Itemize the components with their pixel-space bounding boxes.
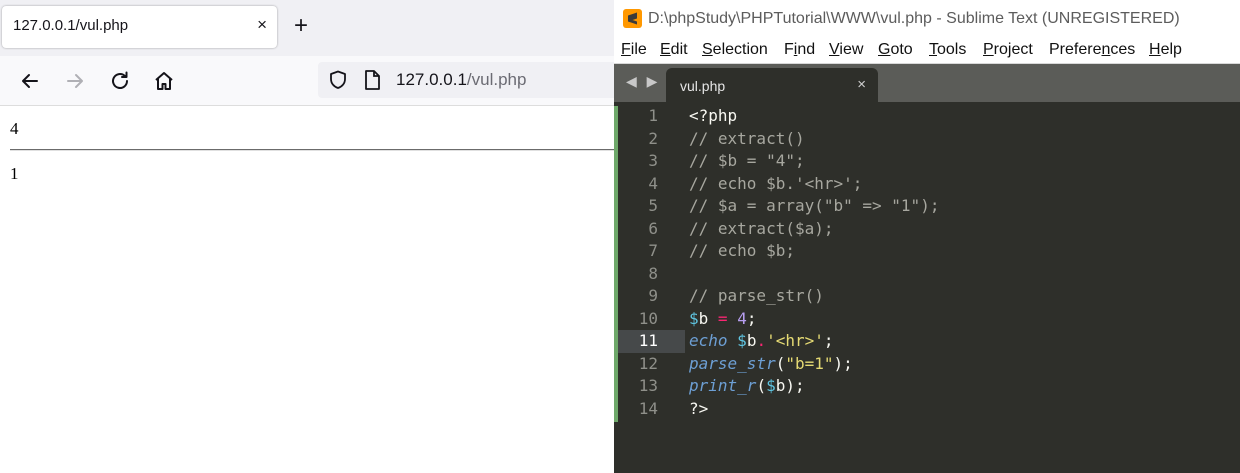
- tab-scroll-arrows-icon[interactable]: ◀ ▶: [626, 73, 660, 90]
- title-bar: D:\phpStudy\PHPTutorial\WWW\vul.php - Su…: [614, 0, 1240, 38]
- horizontal-rule: [10, 149, 614, 151]
- code-line[interactable]: 4 // echo $b.'<hr>';: [614, 173, 1240, 196]
- code-line[interactable]: 2 // extract(): [614, 128, 1240, 151]
- url-path: /vul.php: [466, 70, 527, 89]
- line-number: 4: [648, 173, 658, 193]
- browser-tab-strip: 127.0.0.1/vul.php × +: [0, 0, 614, 56]
- line-number: 11: [618, 330, 685, 353]
- code-text: $b = 4;: [689, 308, 757, 328]
- line-number: 9: [648, 286, 658, 305]
- line-number: 10: [638, 308, 658, 328]
- menu-item[interactable]: Tools: [929, 41, 966, 59]
- shield-icon[interactable]: [327, 69, 349, 96]
- menu-item[interactable]: Find: [784, 41, 815, 59]
- code-line[interactable]: 5 // $a = array("b" => "1");: [614, 195, 1240, 218]
- forward-icon[interactable]: [62, 68, 88, 94]
- browser-tab[interactable]: 127.0.0.1/vul.php ×: [2, 6, 277, 48]
- url-host: 127.0.0.1: [396, 70, 467, 89]
- code-line[interactable]: 13 print_r($b);: [614, 375, 1240, 398]
- line-number: 8: [648, 263, 658, 283]
- line-number: 12: [638, 353, 658, 373]
- line-number: 3: [648, 151, 658, 170]
- sublime-logo-icon: [623, 9, 642, 28]
- editor-tab-title: vul.php: [680, 78, 726, 94]
- window-title: D:\phpStudy\PHPTutorial\WWW\vul.php - Su…: [648, 10, 1180, 27]
- line-number: 14: [638, 398, 658, 418]
- code-text: // echo $b.'<hr>';: [689, 173, 863, 193]
- browser-toolbar: 127.0.0.1/vul.php: [0, 56, 618, 106]
- line-number: 1: [648, 106, 658, 125]
- close-icon[interactable]: ×: [857, 76, 866, 93]
- browser-window: 127.0.0.1/vul.php × + 127.0.0.1/vul.php: [0, 0, 618, 473]
- menu-item[interactable]: Help: [1149, 41, 1182, 59]
- code-text: // $b = "4";: [689, 151, 805, 170]
- code-text: ?>: [689, 398, 709, 418]
- code-line[interactable]: 3 // $b = "4";: [614, 150, 1240, 173]
- line-number: 7: [648, 241, 658, 260]
- code-text: <?php: [689, 106, 738, 125]
- reload-icon[interactable]: [107, 68, 133, 94]
- url-text: 127.0.0.1/vul.php: [396, 70, 526, 90]
- code-line[interactable]: 6 // extract($a);: [614, 218, 1240, 241]
- code-text: echo $b.'<hr>';: [689, 331, 834, 350]
- code-line[interactable]: 10 $b = 4;: [614, 308, 1240, 331]
- code-text: // extract(): [689, 128, 805, 148]
- code-editor[interactable]: 1 <?php 2 // extract() 3 // $b = "4"; 4 // echo…: [614, 102, 1240, 473]
- editor-tab[interactable]: vul.php ×: [666, 68, 878, 102]
- new-tab-button[interactable]: +: [294, 13, 308, 39]
- code-line[interactable]: 8: [614, 263, 1240, 286]
- home-icon[interactable]: [151, 68, 177, 94]
- menu-item[interactable]: Project: [983, 41, 1033, 59]
- menu-item[interactable]: View: [829, 41, 863, 59]
- sublime-window: D:\phpStudy\PHPTutorial\WWW\vul.php - Su…: [614, 0, 1240, 473]
- back-icon[interactable]: [17, 68, 43, 94]
- code-text: parse_str("b=1");: [689, 353, 853, 373]
- code-line[interactable]: 9 // parse_str(): [614, 285, 1240, 308]
- line-number: 2: [648, 128, 658, 148]
- code-text: // extract($a);: [689, 218, 834, 238]
- code-text: // parse_str(): [689, 286, 824, 305]
- menu-bar: File Edit Selection Find View Goto Tools Projec…: [614, 38, 1240, 64]
- tab-title: 127.0.0.1/vul.php: [13, 17, 129, 34]
- output-text: 4: [10, 119, 19, 138]
- page-icon[interactable]: [362, 69, 382, 96]
- close-tab-icon[interactable]: ×: [257, 15, 267, 35]
- code-text: // $a = array("b" => "1");: [689, 196, 940, 215]
- menu-item[interactable]: Preferences: [1049, 41, 1135, 59]
- code-line[interactable]: 1 <?php: [614, 105, 1240, 128]
- menu-item[interactable]: Edit: [660, 41, 688, 59]
- line-number: 13: [638, 376, 658, 395]
- url-bar[interactable]: 127.0.0.1/vul.php: [318, 62, 618, 98]
- page-content: 4 1: [0, 106, 614, 473]
- menu-item[interactable]: File: [621, 41, 647, 59]
- editor-tab-bar: ◀ ▶ vul.php ×: [614, 64, 1240, 102]
- output-text: 1: [10, 164, 19, 183]
- code-line[interactable]: 14 ?>: [614, 398, 1240, 421]
- menu-item[interactable]: Selection: [702, 41, 768, 59]
- code-line[interactable]: 11 echo $b.'<hr>';: [614, 330, 1240, 353]
- line-number: 6: [648, 218, 658, 238]
- code-line[interactable]: 12 parse_str("b=1");: [614, 353, 1240, 376]
- code-line[interactable]: 7 // echo $b;: [614, 240, 1240, 263]
- code-text: // echo $b;: [689, 241, 795, 260]
- code-text: print_r($b);: [689, 376, 805, 395]
- line-number: 5: [648, 196, 658, 215]
- menu-item[interactable]: Goto: [878, 41, 913, 59]
